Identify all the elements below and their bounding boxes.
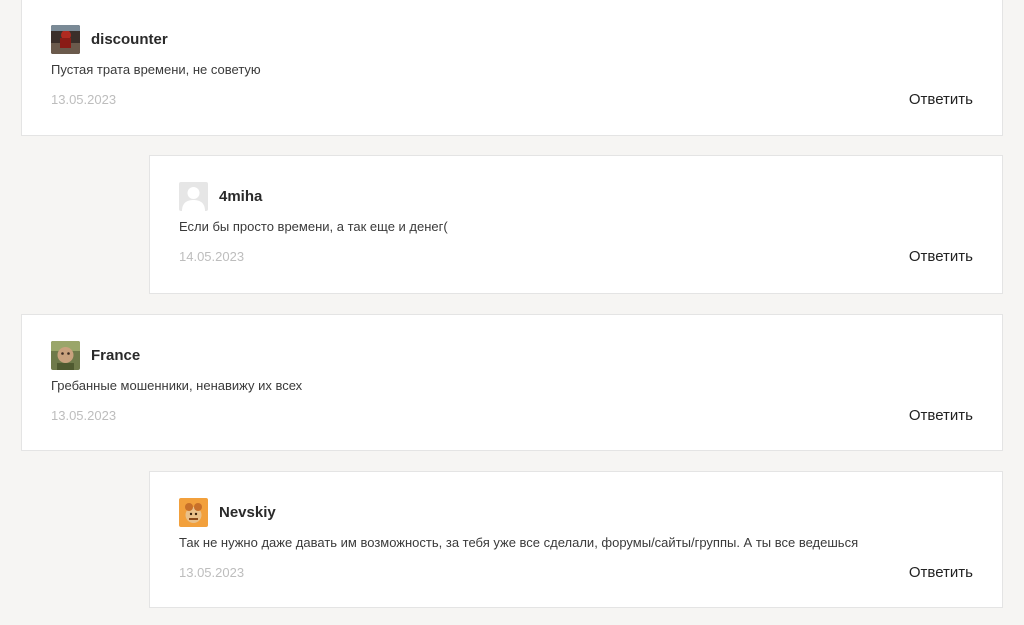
comment-author: 4miha — [219, 187, 263, 205]
comment-date: 13.05.2023 — [51, 408, 117, 423]
comment-text: Если бы просто времени, а так еще и дене… — [179, 219, 448, 234]
reply-button[interactable]: Ответить — [909, 564, 973, 581]
comment-card: France Гребанные мошенники, ненавижу их … — [21, 314, 1003, 451]
reply-button[interactable]: Ответить — [909, 248, 973, 265]
user-photo-icon[interactable] — [51, 24, 80, 54]
default-user-icon[interactable] — [179, 181, 208, 211]
reply-button[interactable]: Ответить — [909, 91, 973, 108]
comment-card: discounter Пустая трата времени, не сове… — [21, 0, 1003, 136]
reply-button[interactable]: Ответить — [909, 407, 973, 424]
comment-header: discounter — [51, 24, 168, 54]
user-photo-icon[interactable] — [51, 340, 80, 370]
comment-text: Гребанные мошенники, ненавижу их всех — [51, 378, 303, 393]
comment-card: Nevskiy Так не нужно даже давать им возм… — [149, 471, 1003, 608]
comment-header: 4miha — [179, 181, 262, 211]
comment-author: discounter — [91, 30, 168, 48]
comment-date: 13.05.2023 — [51, 92, 117, 107]
comment-date: 13.05.2023 — [179, 565, 245, 580]
comment-header: France — [51, 340, 140, 370]
comment-text: Пустая трата времени, не советую — [51, 62, 261, 77]
comment-date: 14.05.2023 — [179, 249, 245, 264]
comment-author: France — [91, 346, 141, 364]
comment-text: Так не нужно даже давать им возможность,… — [179, 535, 859, 550]
cartoon-avatar-icon[interactable] — [179, 497, 208, 527]
comment-author: Nevskiy — [219, 503, 276, 521]
comment-header: Nevskiy — [179, 497, 276, 527]
comment-card: 4miha Если бы просто времени, а так еще … — [149, 155, 1003, 294]
